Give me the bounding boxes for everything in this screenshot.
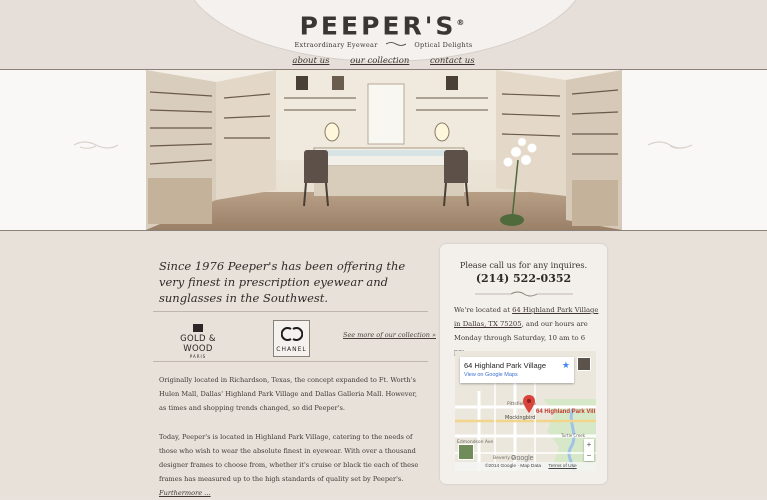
- logo-tagline-left: Extraordinary Eyewear: [294, 41, 378, 50]
- zoom-out-icon[interactable]: −: [584, 450, 594, 461]
- furthermore-link[interactable]: Furthermore ...: [159, 489, 211, 497]
- nav-contact-us[interactable]: contact us: [430, 56, 475, 66]
- chanel-cc-icon: [280, 327, 303, 341]
- map-pin-label: 64 Highland Park Vill: [536, 409, 596, 415]
- divider: [153, 311, 428, 312]
- gold-wood-name: GOLD & WOOD: [180, 334, 216, 354]
- street-mockingbird: Mockingbird: [505, 415, 535, 421]
- zoom-in-icon[interactable]: +: [584, 439, 594, 450]
- nav-about-us[interactable]: about us: [292, 56, 329, 66]
- divider: [153, 361, 428, 362]
- logo-name: PEEPER'S: [299, 11, 457, 41]
- map-terms-link[interactable]: Terms of Use: [548, 464, 576, 469]
- flourish-left-icon: [73, 141, 119, 149]
- see-more-link[interactable]: See more of our collection »: [343, 331, 436, 339]
- map-attribution: ©2014 Google · Map Data: [485, 464, 542, 469]
- swash-icon: [385, 42, 407, 47]
- swash-divider-icon: [475, 291, 573, 297]
- street-view-thumbnail[interactable]: [577, 357, 591, 371]
- chanel-logo[interactable]: CHANEL: [273, 320, 310, 357]
- main-nav: about us our collection contact us: [0, 56, 767, 66]
- call-prompt: Please call us for any inquires.: [459, 260, 588, 270]
- google-map[interactable]: Pittsfield Ave Mockingbird Edmondson Ave…: [455, 351, 596, 471]
- logo-reg: ®: [456, 18, 468, 27]
- about-paragraph-1: Originally located in Richardson, Texas,…: [159, 376, 417, 412]
- flourish-right-icon: [647, 141, 693, 149]
- map-zoom-control[interactable]: + −: [584, 439, 594, 461]
- nav-our-collection[interactable]: our collection: [350, 56, 409, 66]
- store-photo: [146, 70, 622, 230]
- map-pin-icon[interactable]: [523, 395, 535, 413]
- view-on-google-maps-link[interactable]: View on Google Maps: [464, 372, 518, 378]
- about-paragraph-2-text: Today, Peeper's is located in Highland P…: [159, 433, 419, 483]
- logo[interactable]: PEEPER'S® Extraordinary Eyewear Optical …: [0, 10, 767, 50]
- map-footer: ©2014 Google · Map Data Terms of Use: [455, 462, 596, 471]
- map-card-title: 64 Highland Park Village: [464, 361, 546, 370]
- gold-wood-sub: PARIS: [189, 354, 207, 359]
- store-interior-image: [146, 70, 622, 230]
- chanel-name: CHANEL: [276, 346, 307, 353]
- gold-wood-mark-icon: [193, 324, 203, 332]
- intro-heading: Since 1976 Peeper's has been offering th…: [159, 259, 406, 305]
- gold-wood-logo[interactable]: GOLD & WOOD PARIS: [164, 324, 232, 359]
- map-info-card: 64 Highland Park Village View on Google …: [460, 357, 574, 383]
- satellite-toggle[interactable]: [458, 444, 474, 460]
- street-turtle-creek: Turtle Creek: [560, 433, 586, 438]
- logo-tagline-right: Optical Delights: [414, 41, 473, 50]
- about-paragraph-2: Today, Peeper's is located in Highland P…: [159, 430, 421, 500]
- star-icon[interactable]: ★: [562, 360, 570, 371]
- location-prefix: We're located at: [454, 306, 513, 314]
- phone-number[interactable]: (214) 522-0352: [440, 272, 607, 285]
- google-logo: Google: [511, 455, 534, 462]
